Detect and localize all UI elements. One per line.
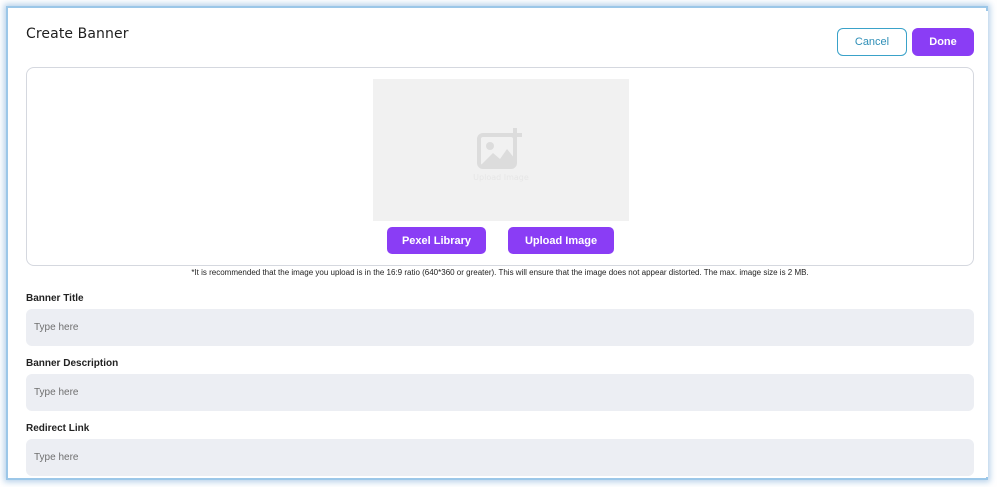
image-uploader: Upload Image Pexel Library Upload Image xyxy=(26,67,974,266)
cancel-button[interactable]: Cancel xyxy=(837,28,907,56)
banner-description-label: Banner Description xyxy=(26,358,119,369)
redirect-link-label: Redirect Link xyxy=(26,423,90,434)
upload-recommendation-note: *It is recommended that the image you up… xyxy=(191,268,809,277)
banner-title-label: Banner Title xyxy=(26,293,84,304)
done-button[interactable]: Done xyxy=(912,28,974,56)
add-image-icon xyxy=(477,128,522,169)
upload-image-button[interactable]: Upload Image xyxy=(508,227,614,254)
banner-description-input[interactable] xyxy=(26,374,974,411)
image-preview-dropzone[interactable]: Upload Image xyxy=(373,79,629,221)
app-frame: Create Banner Cancel Done Upload Image P… xyxy=(0,0,997,487)
create-banner-panel: Create Banner Cancel Done Upload Image P… xyxy=(11,11,988,477)
preview-placeholder-label: Upload Image xyxy=(473,173,529,182)
pexel-library-button[interactable]: Pexel Library xyxy=(387,227,486,254)
page-title: Create Banner xyxy=(26,26,129,42)
banner-title-input[interactable] xyxy=(26,309,974,346)
redirect-link-input[interactable] xyxy=(26,439,974,476)
